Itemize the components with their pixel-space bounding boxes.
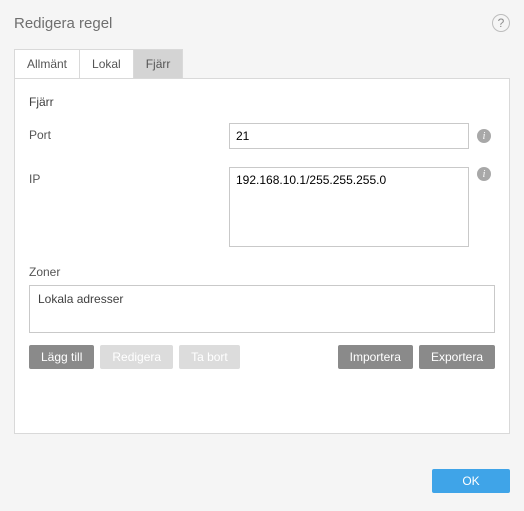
info-icon[interactable]: i xyxy=(477,167,491,181)
zones-label: Zoner xyxy=(29,265,495,279)
export-button[interactable]: Exportera xyxy=(419,345,495,369)
ip-label: IP xyxy=(29,167,229,186)
add-button[interactable]: Lägg till xyxy=(29,345,94,369)
info-icon[interactable]: i xyxy=(477,129,491,143)
edit-button: Redigera xyxy=(100,345,173,369)
tab-general[interactable]: Allmänt xyxy=(14,49,80,79)
delete-button: Ta bort xyxy=(179,345,240,369)
edit-rule-dialog: Redigera regel ? Allmänt Lokal Fjärr Fjä… xyxy=(0,0,524,511)
zones-list[interactable]: Lokala adresser xyxy=(29,285,495,333)
port-row: Port i xyxy=(29,123,495,149)
titlebar: Redigera regel ? xyxy=(0,0,524,48)
import-button[interactable]: Importera xyxy=(338,345,413,369)
dialog-footer: OK xyxy=(432,469,510,493)
ok-button[interactable]: OK xyxy=(432,469,510,493)
tab-remote[interactable]: Fjärr xyxy=(133,49,184,79)
zones-section: Zoner Lokala adresser xyxy=(29,265,495,333)
ip-input[interactable] xyxy=(229,167,469,247)
ip-row: IP i xyxy=(29,167,495,247)
help-icon[interactable]: ? xyxy=(492,14,510,32)
remote-section-title: Fjärr xyxy=(29,95,495,109)
port-label: Port xyxy=(29,123,229,142)
zones-item[interactable]: Lokala adresser xyxy=(30,286,494,312)
zones-button-row: Lägg till Redigera Ta bort Importera Exp… xyxy=(29,345,495,369)
remote-panel: Fjärr Port i IP i Zoner Lokala adresser … xyxy=(14,78,510,434)
tab-local[interactable]: Lokal xyxy=(79,49,134,79)
dialog-title: Redigera regel xyxy=(14,15,112,32)
tab-bar: Allmänt Lokal Fjärr xyxy=(14,49,510,79)
port-input[interactable] xyxy=(229,123,469,149)
